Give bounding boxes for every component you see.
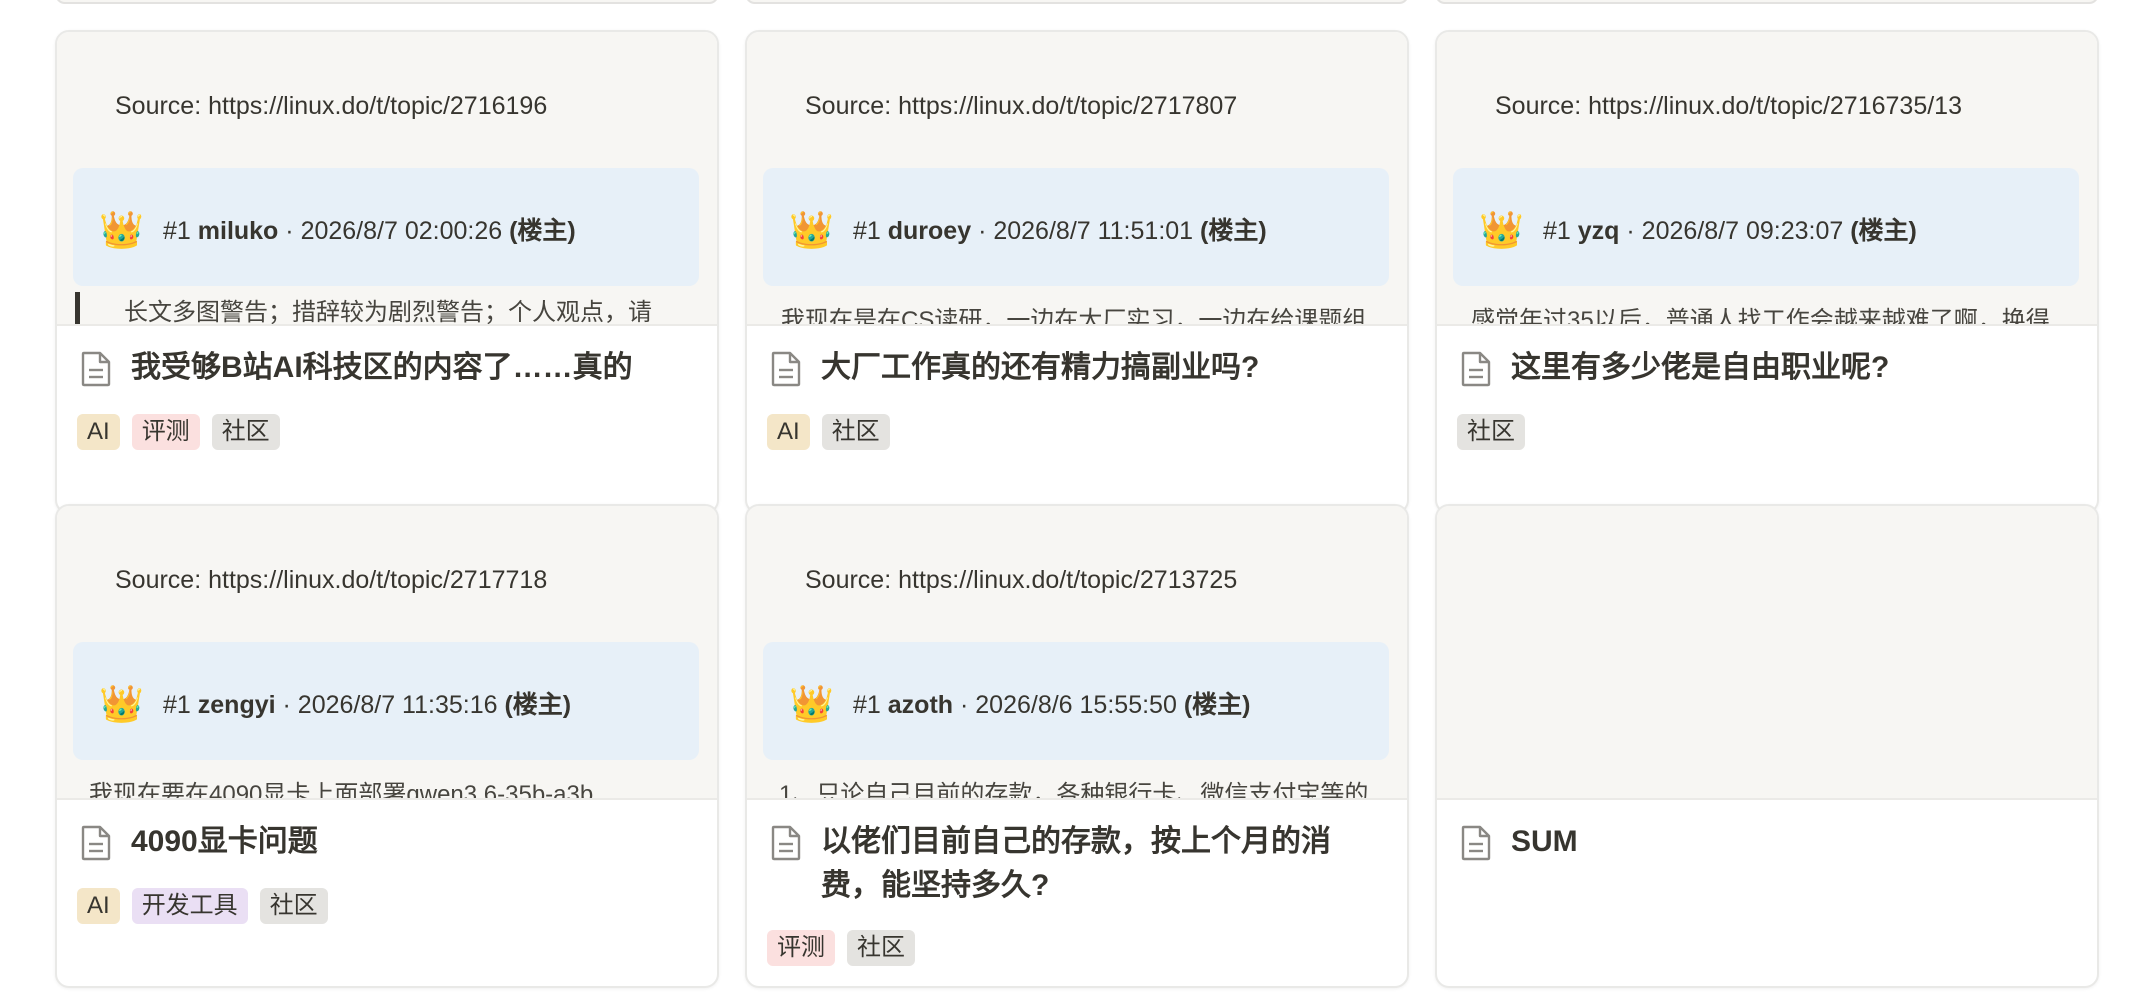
page-icon [771,825,801,861]
author-callout: 👑 #1 yzq · 2026/8/7 09:23:07 (楼主) [1453,168,2079,286]
card-title-row[interactable]: 这里有多少佬是自由职业呢? [1459,346,2069,390]
tag: 评测 [767,930,835,966]
page-icon [81,351,111,387]
crown-icon: 👑 [789,683,834,724]
card-preview: Source: https://linux.do/t/topic/2716735… [1437,32,2097,326]
source-link[interactable]: Source: https://linux.do/t/topic/2716735… [1495,92,1962,121]
post-meta: #1 zengyi · 2026/8/7 11:35:16 (楼主) [163,691,572,719]
gallery-card[interactable]: Source: https://linux.do/t/topic/2716196… [55,30,719,514]
crown-icon: 👑 [99,683,144,724]
page-icon [81,825,111,861]
tag-list: 社区 [1457,414,1525,450]
tag: 社区 [259,888,328,924]
card-preview [1437,506,2097,800]
post-meta: #1 miluko · 2026/8/7 02:00:26 (楼主) [163,217,576,245]
crown-icon: 👑 [99,209,144,250]
card-title-row[interactable]: 我受够B站AI科技区的内容了……真的 [79,346,689,390]
gallery-card[interactable]: Source: https://linux.do/t/topic/2717807… [745,30,1409,514]
partial-card-top[interactable] [1435,0,2099,4]
post-excerpt: 我现在是在CS读研，一边在大厂实习，一边在给课题组 [781,307,1367,326]
source-link[interactable]: Source: https://linux.do/t/topic/2717718 [115,566,547,595]
card-preview: Source: https://linux.do/t/topic/2717807… [747,32,1407,326]
author-callout: 👑 #1 azoth · 2026/8/6 15:55:50 (楼主) [763,642,1389,760]
tag: AI [77,888,120,924]
card-preview: Source: https://linux.do/t/topic/2716196… [57,32,717,326]
card-title: 这里有多少佬是自由职业呢? [1511,351,1890,384]
source-link[interactable]: Source: https://linux.do/t/topic/2713725 [805,566,1237,595]
tag-list: 评测 社区 [767,930,915,966]
gallery-card[interactable]: SUM [1435,504,2099,988]
post-excerpt: 1、只论自己目前的存款，各种银行卡、微信支付宝等的 [779,781,1369,800]
crown-icon: 👑 [1479,209,1524,250]
tag: 社区 [1457,414,1525,450]
gallery-card[interactable]: Source: https://linux.do/t/topic/2717718… [55,504,719,988]
author-callout: 👑 #1 duroey · 2026/8/7 11:51:01 (楼主) [763,168,1389,286]
tag-list: AI 社区 [767,414,890,450]
post-excerpt: 感觉年过35以后，普通人找工作会越来越难了啊，换得 [1471,307,2050,326]
card-title: SUM [1511,825,1578,858]
page-icon [1461,351,1491,387]
author-callout: 👑 #1 zengyi · 2026/8/7 11:35:16 (楼主) [73,642,699,760]
tag: 开发工具 [131,888,248,924]
post-excerpt: 我现在要在4090显卡上面部署qwen3.6-35b-a3b [89,781,594,800]
page-icon [771,351,801,387]
card-title: 4090显卡问题 [131,825,318,858]
source-link[interactable]: Source: https://linux.do/t/topic/2717807 [805,92,1237,121]
card-title: 大厂工作真的还有精力搞副业吗? [821,351,1260,384]
crown-icon: 👑 [789,209,834,250]
tag: AI [767,414,810,450]
card-title: 我受够B站AI科技区的内容了……真的 [131,351,633,384]
partial-card-top[interactable] [55,0,719,4]
card-title: 以佬们目前自己的存款，按上个月的消费，能坚持多久? [821,825,1331,902]
source-link[interactable]: Source: https://linux.do/t/topic/2716196 [115,92,547,121]
tag: 社区 [821,414,890,450]
card-title-row[interactable]: 4090显卡问题 [79,820,689,864]
card-preview: Source: https://linux.do/t/topic/2717718… [57,506,717,800]
tag-list: AI 开发工具 社区 [77,888,328,924]
post-excerpt: 长文多图警告；措辞较为剧烈警告；个人观点，请 [75,292,717,324]
partial-card-top[interactable] [745,0,1409,4]
tag: 评测 [131,414,200,450]
tag: 社区 [847,930,915,966]
tag-list: AI 评测 社区 [77,414,280,450]
post-meta: #1 yzq · 2026/8/7 09:23:07 (楼主) [1543,217,1917,245]
post-meta: #1 duroey · 2026/8/7 11:51:01 (楼主) [853,217,1267,245]
tag: 社区 [211,414,280,450]
post-meta: #1 azoth · 2026/8/6 15:55:50 (楼主) [853,691,1251,719]
author-callout: 👑 #1 miluko · 2026/8/7 02:00:26 (楼主) [73,168,699,286]
gallery-card[interactable]: Source: https://linux.do/t/topic/2716735… [1435,30,2099,514]
card-title-row[interactable]: 以佬们目前自己的存款，按上个月的消费，能坚持多久? [769,820,1379,908]
page-icon [1461,825,1491,861]
card-title-row[interactable]: SUM [1459,820,2069,864]
gallery-card[interactable]: Source: https://linux.do/t/topic/2713725… [745,504,1409,988]
card-title-row[interactable]: 大厂工作真的还有精力搞副业吗? [769,346,1379,390]
tag: AI [77,414,120,450]
card-preview: Source: https://linux.do/t/topic/2713725… [747,506,1407,800]
